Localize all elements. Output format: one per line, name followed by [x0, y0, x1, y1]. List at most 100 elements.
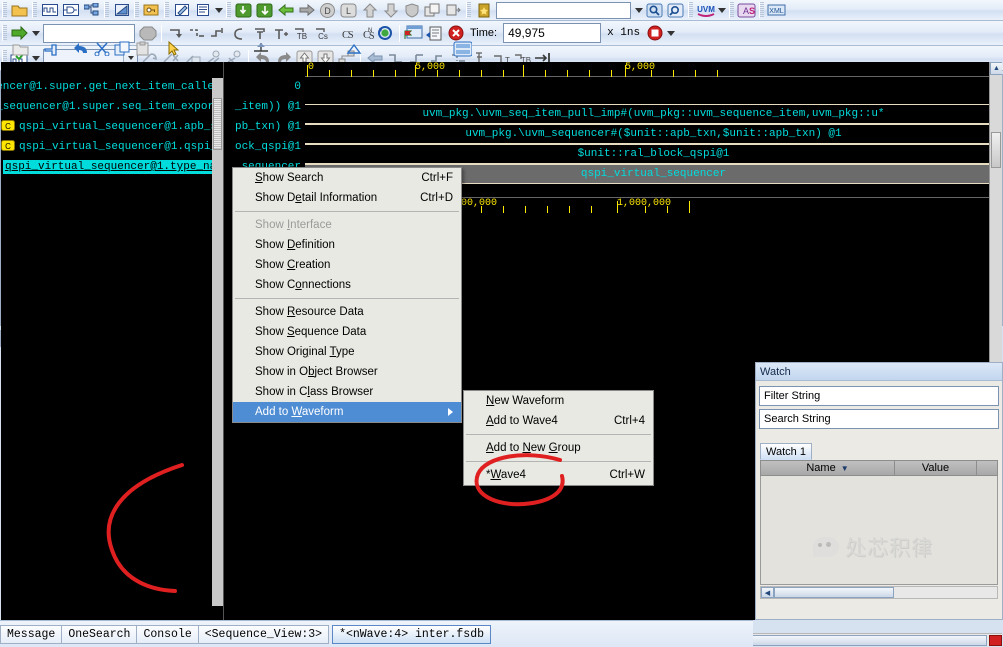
waveform-icon[interactable] [40, 1, 59, 19]
signal-name-row[interactable]: quencer@1.super.get_next_item_called [1, 77, 223, 97]
cs-icon[interactable]: Cs [313, 24, 332, 42]
tb-icon[interactable]: TB [292, 24, 311, 42]
signal-name-row[interactable]: al_sequencer@1.super.seq_item_export [1, 97, 223, 117]
time-input[interactable] [503, 23, 601, 43]
uvm-icon[interactable]: UVM [696, 1, 715, 19]
uvm-dropdown-icon[interactable] [716, 2, 727, 18]
watch-filter-input[interactable]: Filter String [759, 386, 999, 406]
watch-hscroll-thumb[interactable] [774, 587, 894, 598]
bottom-tab-nwave[interactable]: *<nWave:4> inter.fsdb [332, 625, 491, 644]
watch-hscrollbar[interactable]: ◀ [760, 586, 998, 599]
paste-icon[interactable] [134, 40, 153, 58]
forward-arrow-icon[interactable] [297, 1, 316, 19]
toolbar-grip-7[interactable] [466, 2, 471, 18]
reload-wave-icon[interactable] [41, 40, 60, 58]
window-flag-icon[interactable] [404, 24, 423, 42]
submenu-item-new-waveform[interactable]: New Waveform [464, 391, 653, 411]
toolbar-grip-9[interactable] [729, 2, 734, 18]
submenu-item-add-to-wave4[interactable]: Add to Wave4 Ctrl+4 [464, 411, 653, 431]
stop-red-icon[interactable] [645, 24, 664, 42]
menu-item-show-in-class-browser[interactable]: Show in Class Browser [233, 382, 461, 402]
list-icon[interactable] [193, 1, 212, 19]
signal-name-row-selected[interactable]: qspi_virtual_sequencer@1.type_name [1, 157, 223, 177]
column-header-name[interactable]: Name ▼ [761, 461, 895, 475]
hierarchy-icon[interactable] [82, 1, 101, 19]
watch-grid-body[interactable]: 处芯积律 [760, 476, 998, 585]
paste-icon[interactable] [444, 1, 463, 19]
up-arrow-icon[interactable] [360, 1, 379, 19]
bookmark-icon[interactable] [474, 1, 493, 19]
waveform-names-scrollbar[interactable] [212, 78, 223, 606]
folder-key-icon[interactable] [142, 1, 161, 19]
toolbar-grip-3[interactable] [104, 2, 109, 18]
submenu-item-wave4[interactable]: *Wave4 Ctrl+W [464, 465, 653, 485]
toolbar-grip-8[interactable] [688, 2, 693, 18]
open-folder-icon[interactable] [10, 1, 29, 19]
toolbar2-grip[interactable] [2, 25, 7, 41]
signal-name-row[interactable]: C qspi_virtual_sequencer@1.apb_sqr [1, 117, 223, 137]
toolbar-grip-4[interactable] [134, 2, 139, 18]
shield-icon[interactable] [402, 1, 421, 19]
cut-icon[interactable] [92, 40, 111, 58]
watch-search-input[interactable]: Search String [759, 409, 999, 429]
xml-icon[interactable]: XML [767, 1, 786, 19]
scroll-left-icon[interactable]: ◀ [761, 587, 774, 598]
menu-item-show-original-type[interactable]: Show Original Type [233, 342, 461, 362]
menu-item-show-sequence-data[interactable]: Show Sequence Data [233, 322, 461, 342]
green-arrow-dropdown-icon[interactable] [30, 25, 41, 41]
bottom-tab-onesearch[interactable]: OneSearch [61, 625, 137, 644]
marker-icon[interactable] [251, 40, 270, 58]
wave-window-icon[interactable] [453, 40, 472, 58]
list-dropdown-icon[interactable] [213, 2, 224, 18]
logic-gate-icon[interactable] [61, 1, 80, 19]
bottom-tab-message[interactable]: Message [0, 625, 62, 644]
toolbar-grip-5[interactable] [164, 2, 169, 18]
d-button-icon[interactable]: D [318, 1, 337, 19]
copy-icon[interactable] [423, 1, 442, 19]
context-menu[interactable]: Show Search Ctrl+F Show Detail Informati… [232, 167, 462, 423]
search-icon[interactable] [645, 1, 664, 19]
triangle-icon[interactable] [344, 40, 363, 58]
cursor-icon[interactable] [164, 40, 183, 58]
search-dropdown-icon[interactable] [633, 2, 644, 18]
plot-scroll-thumb[interactable] [991, 132, 1001, 168]
down-arrow-icon[interactable] [381, 1, 400, 19]
step-into2-icon[interactable] [208, 24, 227, 42]
bottom-tab-console[interactable]: Console [136, 625, 198, 644]
waveform-ruler-top[interactable]: 0 5,000 5,000 [305, 62, 1002, 77]
log-icon[interactable] [425, 24, 444, 42]
waveform-bar[interactable]: $unit::ral_block_qspi@1 [305, 144, 1002, 164]
toolbar-grip-10[interactable] [759, 2, 764, 18]
time-tplus-icon[interactable] [271, 24, 290, 42]
menu-item-show-connections[interactable]: Show Connections [233, 275, 461, 295]
menu-item-show-detail-information[interactable]: Show Detail Information Ctrl+D [233, 188, 461, 208]
bottom-tab-sequence-view[interactable]: <Sequence_View:3> [198, 625, 329, 644]
scroll-up-icon[interactable]: ▲ [990, 62, 1002, 75]
reload-icon[interactable] [376, 24, 395, 42]
menu-item-add-to-waveform[interactable]: Add to Waveform [233, 402, 461, 422]
undo-icon[interactable] [71, 40, 90, 58]
toolbar-grip[interactable] [2, 2, 7, 18]
l-button-icon[interactable]: L [339, 1, 358, 19]
run-icon[interactable] [229, 24, 248, 42]
as-icon[interactable]: AS [737, 1, 756, 19]
open-folder-icon[interactable] [11, 40, 30, 58]
edit-icon[interactable] [172, 1, 191, 19]
waveform-submenu[interactable]: New Waveform Add to Wave4 Ctrl+4 Add to … [463, 390, 654, 486]
menu-item-show-resource-data[interactable]: Show Resource Data [233, 302, 461, 322]
step-into-icon[interactable] [234, 1, 253, 19]
names-scroll-thumb[interactable] [213, 98, 222, 150]
menu-item-show-creation[interactable]: Show Creation [233, 255, 461, 275]
step-over-icon[interactable] [255, 1, 274, 19]
column-header-value[interactable]: Value [895, 461, 977, 475]
waveform-bar[interactable]: uvm_pkg.\uvm_sequencer#($unit::apb_txn,$… [305, 124, 1002, 144]
signal-name-row[interactable]: C qspi_virtual_sequencer@1.qspi_rgm [1, 137, 223, 157]
toolbar-grip-6[interactable] [226, 2, 231, 18]
waveform-bar[interactable]: uvm_pkg.\uvm_seq_item_pull_imp#(uvm_pkg:… [305, 104, 1002, 124]
toolbar-grip-2[interactable] [32, 2, 37, 18]
column-header-extra[interactable] [977, 461, 997, 475]
stop-dropdown-icon[interactable] [665, 25, 676, 41]
menu-item-show-definition[interactable]: Show Definition [233, 235, 461, 255]
submenu-item-add-to-new-group[interactable]: Add to New Group [464, 438, 653, 458]
step-next-icon[interactable] [187, 24, 206, 42]
